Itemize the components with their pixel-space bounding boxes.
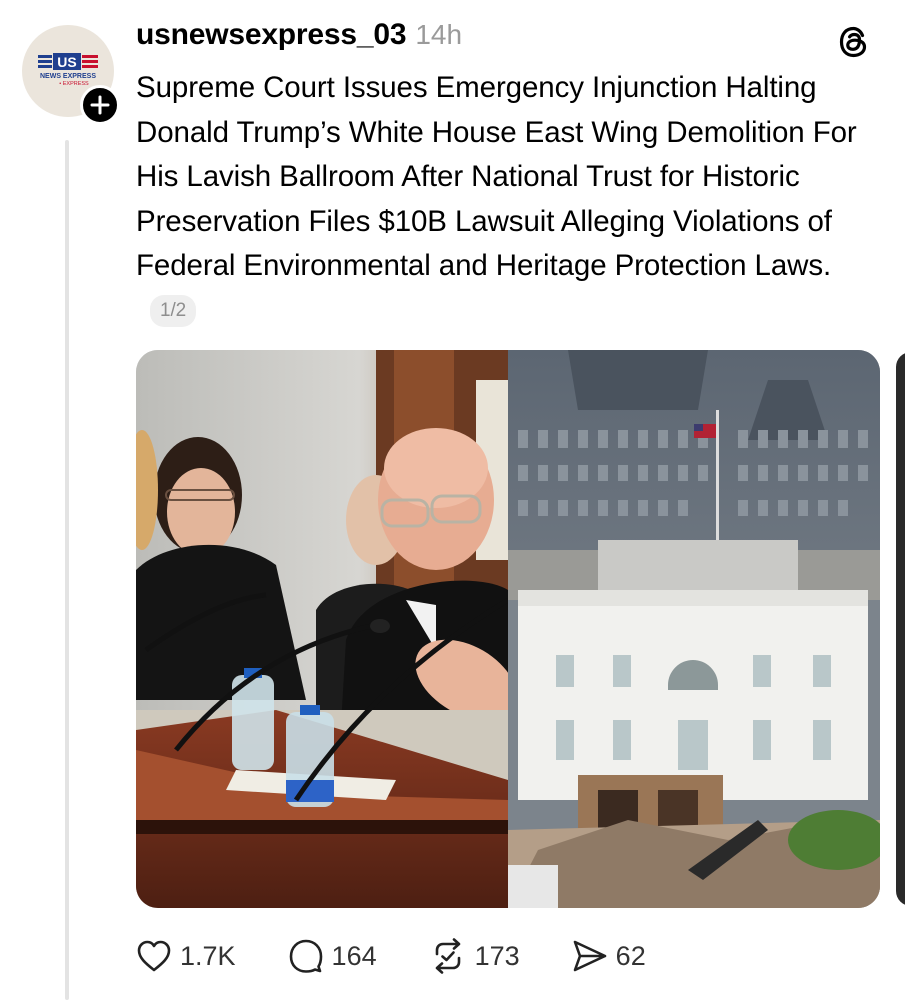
svg-text:NEWS EXPRESS: NEWS EXPRESS xyxy=(40,73,96,80)
next-media-preview[interactable] xyxy=(896,352,905,906)
post-header: usnewsexpress_03 14h xyxy=(136,18,462,52)
username[interactable]: usnewsexpress_03 xyxy=(136,18,407,52)
us-news-express-logo: US NEWS EXPRESS • EXPRESS xyxy=(38,53,98,87)
repost-count: 173 xyxy=(474,940,520,971)
page-indicator: 1/2 xyxy=(150,294,197,327)
court-hearing-photo xyxy=(136,350,508,908)
follow-button[interactable] xyxy=(80,85,120,125)
timestamp: 14h xyxy=(415,19,463,50)
post-body: Supreme Court Issues Emergency Injunctio… xyxy=(136,71,857,282)
thread-line xyxy=(65,140,69,1000)
thread-post: US NEWS EXPRESS • EXPRESS usnewsexpress_… xyxy=(0,0,905,1000)
like-count: 1.7K xyxy=(180,940,236,971)
svg-text:• EXPRESS: • EXPRESS xyxy=(59,81,89,87)
white-house-photo xyxy=(508,350,880,908)
send-icon xyxy=(573,940,606,972)
comment-icon xyxy=(289,939,322,973)
plus-icon xyxy=(90,95,110,115)
reply-count: 164 xyxy=(331,940,377,971)
heart-icon xyxy=(137,940,171,972)
post-text: Supreme Court Issues Emergency Injunctio… xyxy=(136,66,876,333)
reply-button[interactable]: 164 xyxy=(288,938,377,974)
repost-button[interactable]: 173 xyxy=(429,938,520,974)
repost-icon xyxy=(435,938,460,974)
share-count: 62 xyxy=(615,940,646,971)
threads-logo-icon[interactable] xyxy=(836,24,872,60)
action-bar: 1.7K 164 173 62 xyxy=(136,938,646,974)
svg-text:US: US xyxy=(57,54,76,70)
like-button[interactable]: 1.7K xyxy=(136,939,236,973)
share-button[interactable]: 62 xyxy=(572,939,646,973)
post-media-image[interactable] xyxy=(136,350,880,908)
